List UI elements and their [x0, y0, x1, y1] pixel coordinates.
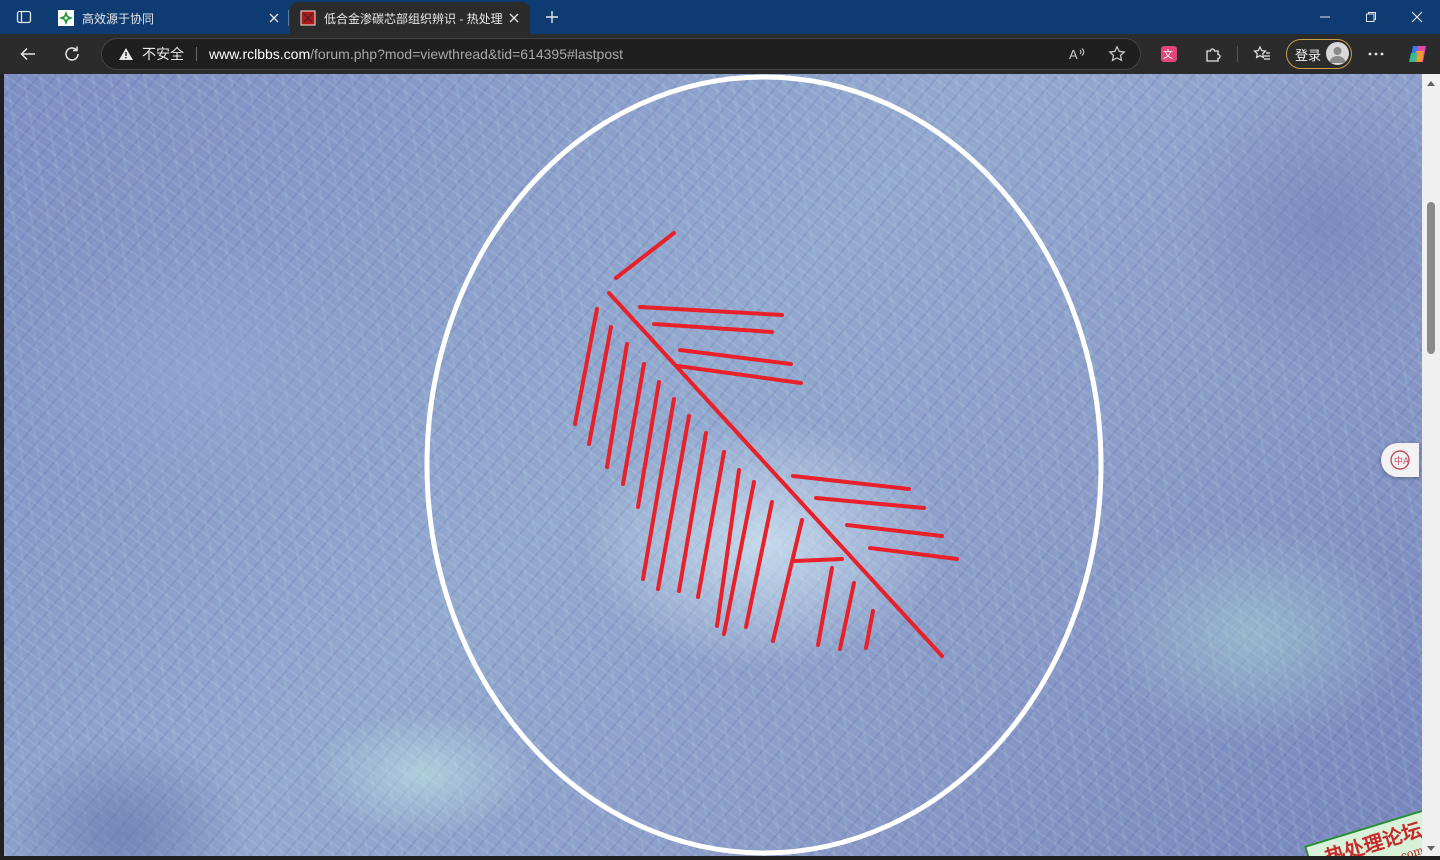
page-content: 热处理论坛 www.rclbbs.com	[4, 74, 1422, 856]
back-icon[interactable]	[12, 38, 44, 70]
address-divider	[196, 47, 197, 61]
minimize-icon[interactable]	[1302, 0, 1348, 34]
security-indicator[interactable]: 不安全	[118, 39, 184, 69]
tab-actions-icon[interactable]	[8, 5, 40, 29]
security-label: 不安全	[142, 46, 184, 62]
annotation-overlay	[424, 74, 1104, 856]
vertical-scrollbar[interactable]	[1422, 74, 1440, 856]
scroll-down-icon[interactable]	[1422, 842, 1440, 856]
green-cross-favicon	[58, 10, 74, 26]
svg-text:A: A	[1069, 47, 1078, 62]
extensions-icon[interactable]	[1197, 38, 1229, 70]
toolbar-divider	[1237, 46, 1238, 62]
address-bar[interactable]: 不安全 www.rclbbs.com/forum.php?mod=viewthr…	[101, 38, 1141, 70]
svg-text:中A: 中A	[1394, 455, 1410, 467]
translate-icon: 中A	[1390, 450, 1410, 470]
refresh-icon[interactable]	[56, 38, 88, 70]
favorites-icon[interactable]	[1246, 38, 1278, 70]
url-text[interactable]: www.rclbbs.com/forum.php?mod=viewthread&…	[209, 39, 623, 69]
translate-extension-icon[interactable]: 文	[1153, 38, 1185, 70]
svg-text:文: 文	[1163, 48, 1173, 61]
scrollbar-thumb[interactable]	[1427, 202, 1435, 354]
new-tab-icon[interactable]	[538, 5, 566, 29]
favorite-star-icon[interactable]	[1104, 42, 1130, 66]
read-aloud-icon[interactable]: A	[1064, 42, 1090, 66]
tab-separator	[288, 10, 289, 26]
highlight-circle	[424, 74, 1104, 856]
tab-inactive[interactable]: 高效源于协同	[48, 2, 290, 34]
browser-toolbar: 不安全 www.rclbbs.com/forum.php?mod=viewthr…	[0, 34, 1440, 74]
copilot-icon[interactable]	[1402, 38, 1434, 70]
red-square-favicon	[300, 10, 316, 26]
more-icon[interactable]	[1360, 38, 1392, 70]
warning-icon	[118, 47, 134, 61]
login-button[interactable]: 登录	[1286, 39, 1352, 69]
url-host: www.rclbbs.com	[209, 46, 311, 62]
title-bar: 高效源于协同 低合金渗碳芯部组织辨识 - 热处理	[0, 0, 1440, 34]
tab-title: 高效源于协同	[82, 11, 155, 26]
hatch-annotation	[573, 231, 959, 658]
close-icon[interactable]	[506, 10, 522, 26]
page-translate-button[interactable]: 中A	[1381, 443, 1419, 477]
close-icon[interactable]	[266, 10, 282, 26]
scroll-up-icon[interactable]	[1422, 76, 1440, 90]
tab-active[interactable]: 低合金渗碳芯部组织辨识 - 热处理	[290, 2, 530, 34]
avatar-icon	[1326, 42, 1349, 65]
tab-title: 低合金渗碳芯部组织辨识 - 热处理	[324, 11, 503, 26]
url-path: /forum.php?mod=viewthread&tid=614395#las…	[310, 46, 624, 62]
restore-icon[interactable]	[1348, 0, 1394, 34]
window-close-icon[interactable]	[1394, 0, 1440, 34]
login-label: 登录	[1295, 47, 1322, 63]
